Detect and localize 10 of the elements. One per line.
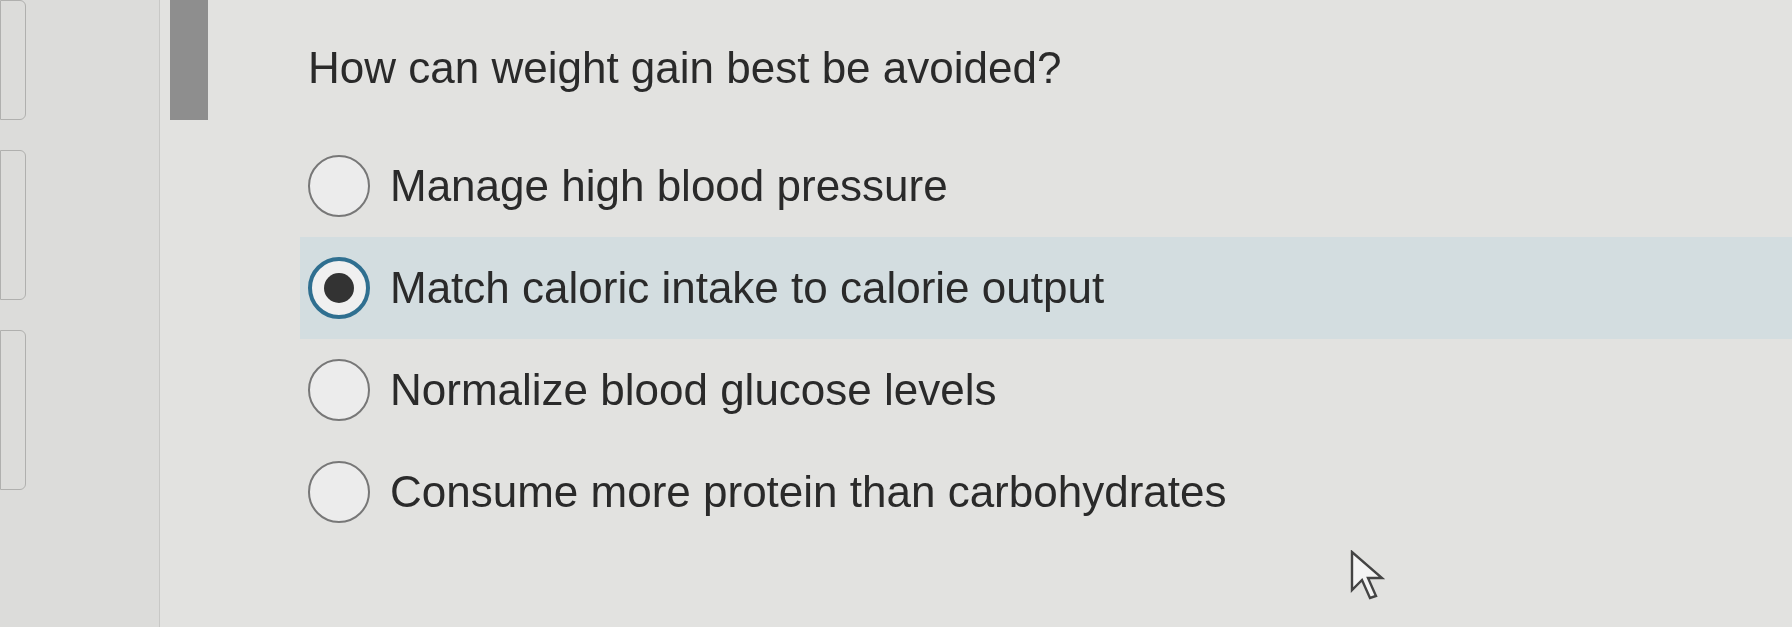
answer-option[interactable]: Manage high blood pressure: [300, 135, 1792, 237]
option-label: Normalize blood glucose levels: [390, 364, 997, 416]
question-text: How can weight gain best be avoided?: [308, 42, 1063, 94]
answer-option[interactable]: Consume more protein than carbohydrates: [300, 441, 1792, 543]
scrollbar-thumb[interactable]: [170, 0, 208, 120]
option-label: Consume more protein than carbohydrates: [390, 466, 1227, 518]
option-label: Manage high blood pressure: [390, 160, 948, 212]
answer-option[interactable]: Match caloric intake to calorie output: [300, 237, 1792, 339]
option-label: Match caloric intake to calorie output: [390, 262, 1105, 314]
answer-option[interactable]: Normalize blood glucose levels: [300, 339, 1792, 441]
